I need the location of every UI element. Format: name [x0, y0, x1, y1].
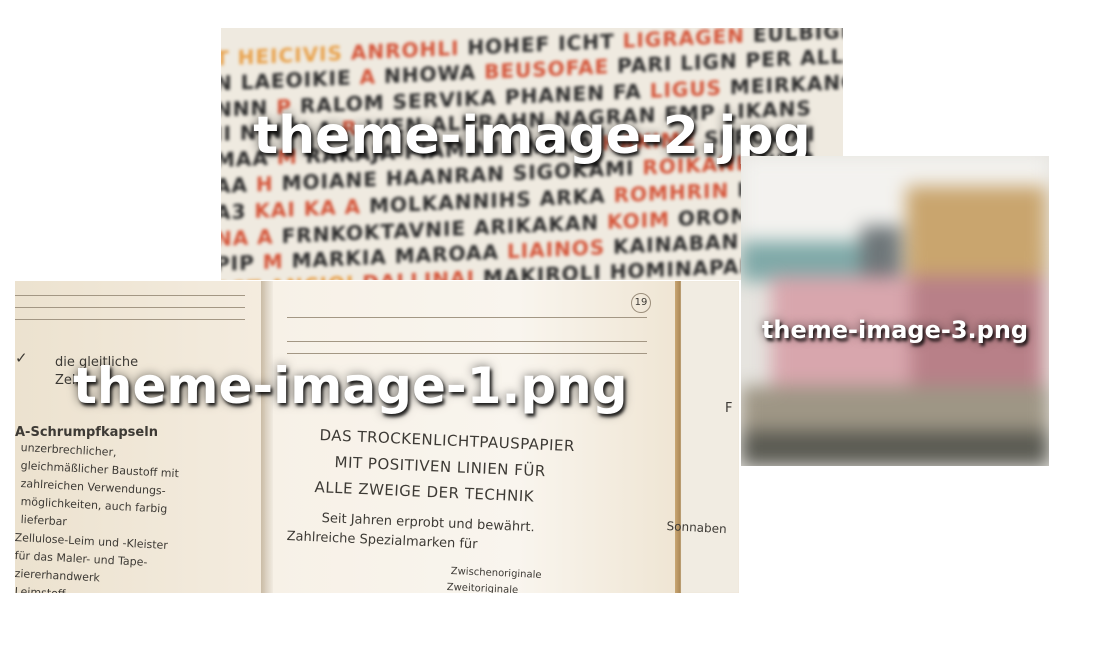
divider: [15, 295, 245, 296]
divider: [15, 319, 245, 320]
divider: [287, 353, 647, 354]
divider: [15, 307, 245, 308]
divider: [287, 341, 647, 342]
booklet-left-title: A-Schrumpfkapseln: [15, 425, 158, 440]
theme-image-3-thumbnail[interactable]: theme-image-3.png: [741, 156, 1049, 466]
booklet-page-number: 19: [631, 293, 651, 313]
booklet-back-letter: F: [725, 401, 733, 416]
thumbnail-label: theme-image-1.png: [73, 357, 628, 415]
booklet-left-line: lieferbar: [20, 513, 68, 529]
thumbnail-label: theme-image-3.png: [761, 316, 1029, 344]
check-mark: ✓: [15, 349, 28, 367]
pink-shirts-artwork: [741, 156, 1049, 466]
divider: [287, 317, 647, 318]
theme-image-1-thumbnail[interactable]: ✓ die gleitliche Zel A-Schrumpfkapseln u…: [15, 281, 739, 593]
booklet-back-page: [681, 281, 739, 593]
